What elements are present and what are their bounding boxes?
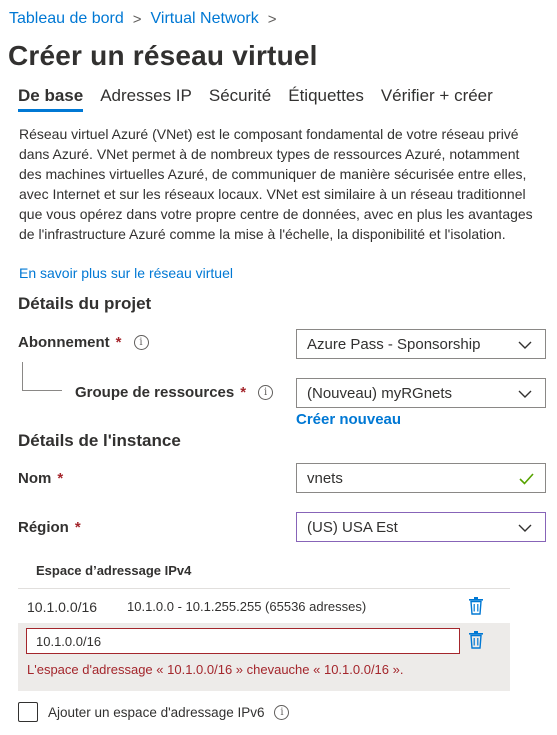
delete-icon[interactable] (468, 631, 484, 649)
description-text: Réseau virtuel Azuré (VNet) est le compo… (19, 126, 533, 242)
required-marker: * (115, 334, 122, 351)
breadcrumb-separator: > (267, 10, 277, 28)
region-label-text: Région (18, 519, 69, 536)
learn-more-link[interactable]: En savoir plus sur le réseau virtuel (19, 265, 233, 281)
name-label: Nom * (18, 470, 63, 487)
required-marker: * (57, 470, 64, 487)
address-cidr: 10.1.0.0/16 (27, 598, 98, 615)
tree-connector (22, 362, 62, 391)
subscription-value: Azure Pass - Sponsorship (307, 335, 481, 353)
new-address-space-panel: 10.1.0.0/16 L'espace d'adressage « 10.1.… (18, 623, 510, 691)
resource-group-value: (Nouveau) myRGnets (307, 384, 453, 402)
subscription-select[interactable]: Azure Pass - Sponsorship (296, 329, 546, 359)
address-range: 10.1.0.0 - 10.1.255.255 (65536 adresses) (127, 599, 367, 614)
tab-bar: De base Adresses IP Sécurité Étiquettes … (18, 86, 510, 112)
name-label-text: Nom (18, 470, 52, 487)
chevron-down-icon (518, 341, 532, 349)
resource-group-label-text: Groupe de ressources (75, 384, 235, 401)
breadcrumb-virtual-network-link[interactable]: Virtual Network (151, 10, 259, 28)
project-details-heading: Détails du projet (18, 294, 152, 313)
ipv6-checkbox-row: Ajouter un espace d'adressage IPv6 i (18, 702, 290, 722)
breadcrumb-separator: > (132, 10, 142, 28)
new-address-space-input[interactable]: 10.1.0.0/16 (26, 628, 460, 654)
ipv6-checkbox-label: Ajouter un espace d'adressage IPv6 (48, 704, 265, 720)
breadcrumb-dashboard-link[interactable]: Tableau de bord (9, 10, 124, 28)
required-marker: * (74, 519, 81, 536)
subscription-label: Abonnement * i (18, 334, 149, 351)
tab-security[interactable]: Sécurité (209, 86, 271, 112)
create-new-resource-group-link[interactable]: Créer nouveau (296, 411, 401, 428)
checkmark-icon (519, 473, 534, 485)
tab-ip-addresses[interactable]: Adresses IP (100, 86, 192, 112)
overlap-error-message: L'espace d'adressage « 10.1.0.0/16 » che… (27, 662, 404, 677)
instance-details-heading: Détails de l'instance (18, 431, 181, 450)
new-address-space-value: 10.1.0.0/16 (36, 633, 102, 649)
required-marker: * (240, 384, 247, 401)
info-icon[interactable]: i (274, 704, 290, 720)
name-input[interactable]: vnets (296, 463, 546, 493)
resource-group-select[interactable]: (Nouveau) myRGnets (296, 378, 546, 408)
resource-group-label: Groupe de ressources * i (75, 384, 274, 401)
tab-review-create[interactable]: Vérifier + créer (381, 86, 493, 112)
chevron-down-icon (518, 390, 532, 398)
info-icon[interactable]: i (133, 335, 149, 350)
address-space-row: 10.1.0.0/16 10.1.0.0 - 10.1.255.255 (655… (18, 590, 510, 623)
info-icon[interactable]: i (258, 385, 274, 400)
region-value: (US) USA Est (307, 518, 398, 536)
page-title: Créer un réseau virtuel (8, 40, 318, 71)
name-value: vnets (307, 469, 343, 487)
tab-basics[interactable]: De base (18, 86, 84, 112)
tab-tags[interactable]: Étiquettes (288, 86, 364, 112)
subscription-label-text: Abonnement (18, 334, 110, 351)
chevron-down-icon (518, 524, 532, 532)
breadcrumb: Tableau de bord > Virtual Network > (9, 10, 285, 28)
region-select[interactable]: (US) USA Est (296, 512, 546, 542)
region-label: Région * (18, 519, 81, 536)
divider (18, 588, 510, 589)
ipv6-checkbox[interactable] (18, 702, 38, 722)
ipv4-address-space-header: Espace d’adressage IPv4 (36, 563, 192, 578)
delete-icon[interactable] (468, 597, 484, 615)
